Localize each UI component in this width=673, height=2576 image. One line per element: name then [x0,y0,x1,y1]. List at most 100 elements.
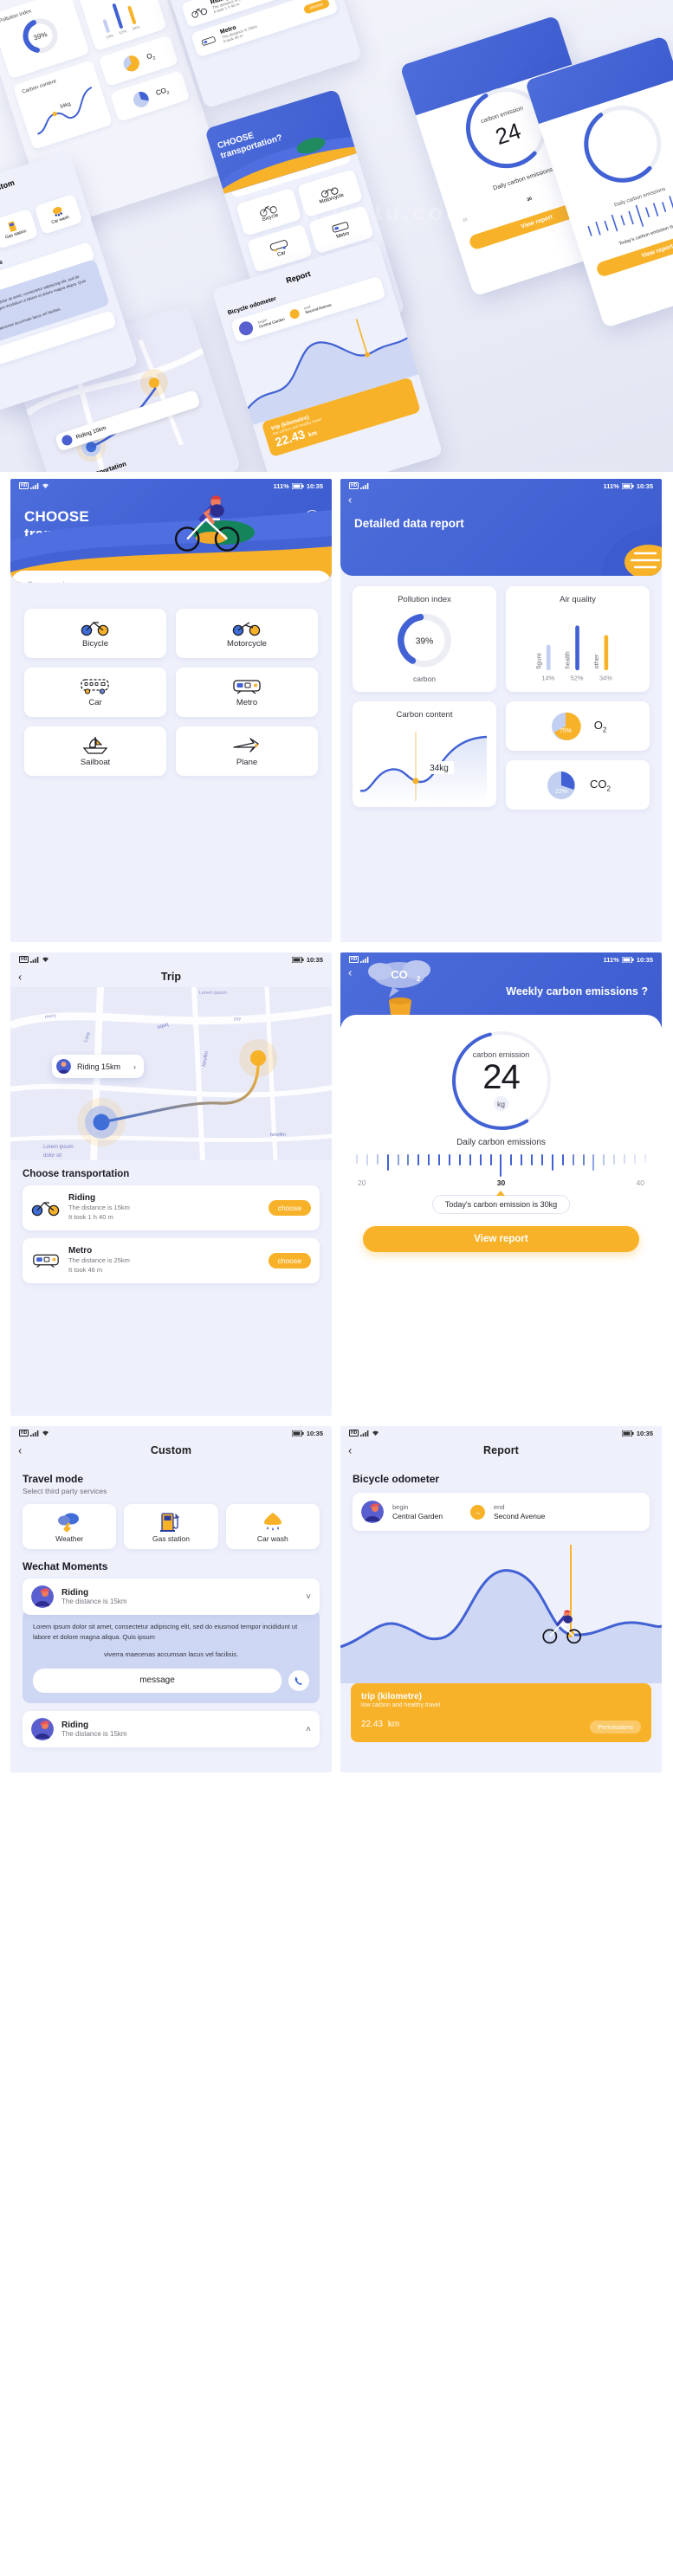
card-carbon-content[interactable]: Carbon content 34kg [353,701,496,807]
status-left: HD [349,1430,379,1436]
nav-bar: ‹ Report [340,1440,662,1461]
service-weather[interactable]: Weather [23,1504,117,1549]
status-bar: HD 10:35 [10,952,332,966]
service-label: Weather [55,1533,84,1543]
moment-header-1[interactable]: Riding The distance is 15km ˅ [23,1579,320,1615]
svg-text:fahvffm: fahvffm [270,1133,286,1138]
view-report-button[interactable]: View report [363,1226,639,1252]
weekly-title: Weekly carbon emissions ? [506,985,648,997]
gas-card-stack: 75% O2 22% CO2 [506,701,650,810]
tooltip-arrow-icon [496,1191,506,1196]
detail-hero: HD 111% 10:35 ‹ Detailed data report [340,479,662,576]
tile-label: Sailboat [80,757,111,767]
svg-text:CO: CO [391,968,408,981]
begin-key: begin [392,1503,409,1511]
svg-text:39%: 39% [33,30,49,42]
back-button[interactable]: ‹ [18,1445,22,1456]
svg-text:14%: 14% [541,674,554,681]
scale-max: 40 [636,1178,644,1187]
daily-emissions-scale[interactable] [356,1154,646,1177]
permissions-button[interactable]: Permissions [590,1721,641,1733]
trip-bubble[interactable]: Riding 15km › [52,1055,145,1078]
transport-option-metro[interactable]: Metro The distance is 25km It took 46 m … [23,1237,320,1283]
hd-icon: HD [19,1430,29,1436]
tooltip-today-emission: Today's carbon emission is 30kg [431,1191,571,1214]
odometer-begin: begin Central Garden [392,1503,462,1520]
moment-header-2[interactable]: Riding The distance is 15km ˄ [23,1711,320,1747]
odometer-card[interactable]: begin Central Garden → end Second Avenue [353,1493,650,1531]
moment-info: Riding The distance is 15km [61,1588,298,1605]
travel-mode-title: Travel mode [23,1473,84,1485]
option-name: Metro [68,1245,93,1256]
search-bar[interactable]: search [10,571,332,583]
co2-pie-chart: 22% [547,771,576,799]
trip-subtitle: low carbon and healthy travel [361,1702,441,1708]
odometer-end: end Second Avenue [494,1503,545,1520]
transport-tile-grid: Bicycle Motorcycle Car Metro Sailboat Pl… [10,583,332,790]
service-label: Car wash [256,1533,288,1543]
choose-button[interactable]: choose [268,1199,311,1216]
svg-text:health: health [564,651,572,668]
card-air-quality[interactable]: Air quality figure health other 14% 52% … [506,586,650,692]
scale-min: 20 [358,1178,366,1187]
service-car-wash[interactable]: Car wash [225,1504,320,1549]
screen-row-2: HD 10:35 ‹ Trip mwry Lorem ipsum aqaq Lo… [10,952,663,1416]
message-button[interactable]: message [33,1669,281,1693]
detail-illustration [600,526,662,576]
moment-name: Riding [61,1721,89,1730]
motorcycle-icon [232,621,261,636]
tile-label: Motorcycle [227,638,267,649]
tile-label: Bicycle [81,638,109,649]
moments-title: Wechat Moments [23,1560,108,1572]
service-gas-station[interactable]: Gas station [124,1504,218,1549]
o2-pie-chart: 75% [551,712,581,740]
chevron-up-icon[interactable]: ˄ [306,1725,311,1734]
hd-icon: HD [19,956,29,963]
pollution-donut-chart: 39% [398,613,451,668]
travel-mode-subtitle: Select third party services [23,1487,107,1495]
bus-icon [81,678,109,694]
wifi-icon [372,1430,379,1436]
wifi-icon [42,1430,49,1436]
chevron-down-icon[interactable]: ˅ [306,1592,311,1602]
card-o2[interactable]: 75% O2 [506,701,650,751]
transport-option-riding[interactable]: Riding The distance is 15km It took 1 h … [23,1185,320,1230]
screen-choose-transportation: HD 111% 10:35 CHOOSE transportation? › [10,479,332,942]
odometer-chart [340,1536,662,1683]
end-key: end [494,1503,505,1511]
svg-text:52%: 52% [571,674,584,681]
svg-text:22%: 22% [555,789,567,795]
daily-emissions-label: Daily carbon emissions [456,1138,546,1147]
back-button[interactable]: ‹ [18,972,22,983]
signal-icon [30,957,39,963]
tile-metro[interactable]: Metro [176,668,318,717]
choose-button[interactable]: choose [268,1252,311,1269]
status-right: 10:35 [621,1430,653,1437]
card-pollution-index[interactable]: Pollution index 39% carbon [353,586,496,692]
tile-motorcycle[interactable]: Motorcycle [176,609,318,658]
tile-sailboat[interactable]: Sailboat [24,726,166,776]
signal-icon [360,1430,369,1436]
weekly-panel: carbon emission 24 kg Daily carbon emiss… [340,1015,662,1264]
tile-bicycle[interactable]: Bicycle [24,609,166,658]
moment-sub: The distance is 15km [61,1598,127,1605]
tile-plane[interactable]: Plane [176,726,318,776]
svg-text:34%: 34% [599,674,612,681]
mockup-report: Report Bicycle odometer begin Central Gar… [211,239,443,472]
end-value: Second Avenue [494,1512,546,1520]
status-bar: HD 10:35 [10,1426,332,1440]
moment-sub: The distance is 15km [61,1730,127,1738]
card-co2[interactable]: 22% CO2 [506,760,650,810]
back-button[interactable]: ‹ [348,1445,352,1456]
bicycle-icon [31,1201,60,1217]
weather-icon [58,1513,80,1532]
call-button[interactable] [288,1670,309,1691]
bicycle-icon [81,621,109,636]
svg-text:75%: 75% [560,728,572,734]
trip-map[interactable]: mwry Lorem ipsum aqaq Lore yyy fahvffm f… [10,987,332,1160]
moment-paragraph-1: Lorem ipsum dolor sit amet, consectetur … [33,1623,298,1641]
page-title: Trip [160,971,182,983]
tile-car[interactable]: Car [24,668,166,717]
carbon-content-line-chart: 34kg [359,732,488,804]
avatar [361,1501,384,1523]
